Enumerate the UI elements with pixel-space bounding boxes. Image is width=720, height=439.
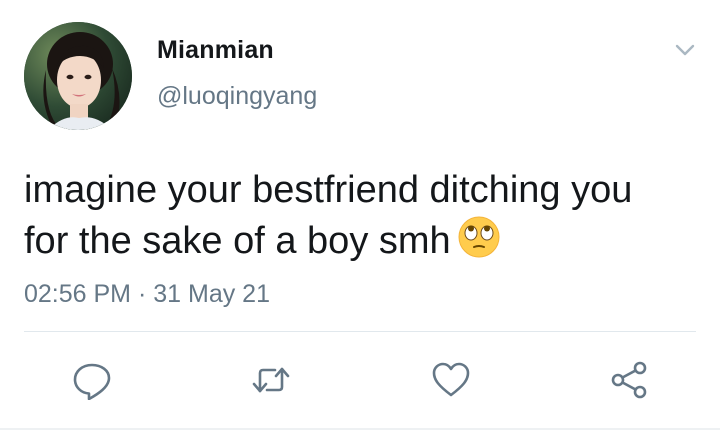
heart-icon: [432, 362, 470, 397]
tweet-timestamp[interactable]: 02:56 PM · 31 May 21: [24, 280, 270, 309]
like-button[interactable]: [431, 360, 471, 400]
tweet-card: Mianmian @luoqingyang imagine your bestf…: [0, 0, 720, 439]
display-name[interactable]: Mianmian: [157, 36, 274, 65]
reply-icon: [73, 363, 111, 400]
bottom-border: [0, 428, 720, 430]
retweet-button[interactable]: [251, 360, 291, 400]
rolling-eyes-emoji-icon: [457, 215, 501, 259]
timestamp-separator: ·: [137, 280, 147, 308]
tweet-date: 31 May 21: [153, 280, 270, 308]
tweet-text-line-1: imagine your bestfriend ditching you: [24, 169, 633, 211]
divider: [24, 331, 696, 332]
tweet-text-line-2-text: for the sake of a boy smh: [24, 220, 451, 262]
tweet-text-line-2: for the sake of a boy smh: [24, 215, 704, 266]
user-handle[interactable]: @luoqingyang: [157, 82, 317, 111]
reply-button[interactable]: [72, 360, 112, 400]
share-icon: [611, 361, 647, 399]
retweet-icon: [252, 367, 290, 393]
tweet-time: 02:56 PM: [24, 280, 132, 308]
tweet-text: imagine your bestfriend ditching you for…: [24, 165, 704, 266]
chevron-down-icon[interactable]: [672, 40, 698, 60]
share-button[interactable]: [609, 360, 649, 400]
avatar[interactable]: [24, 22, 132, 130]
